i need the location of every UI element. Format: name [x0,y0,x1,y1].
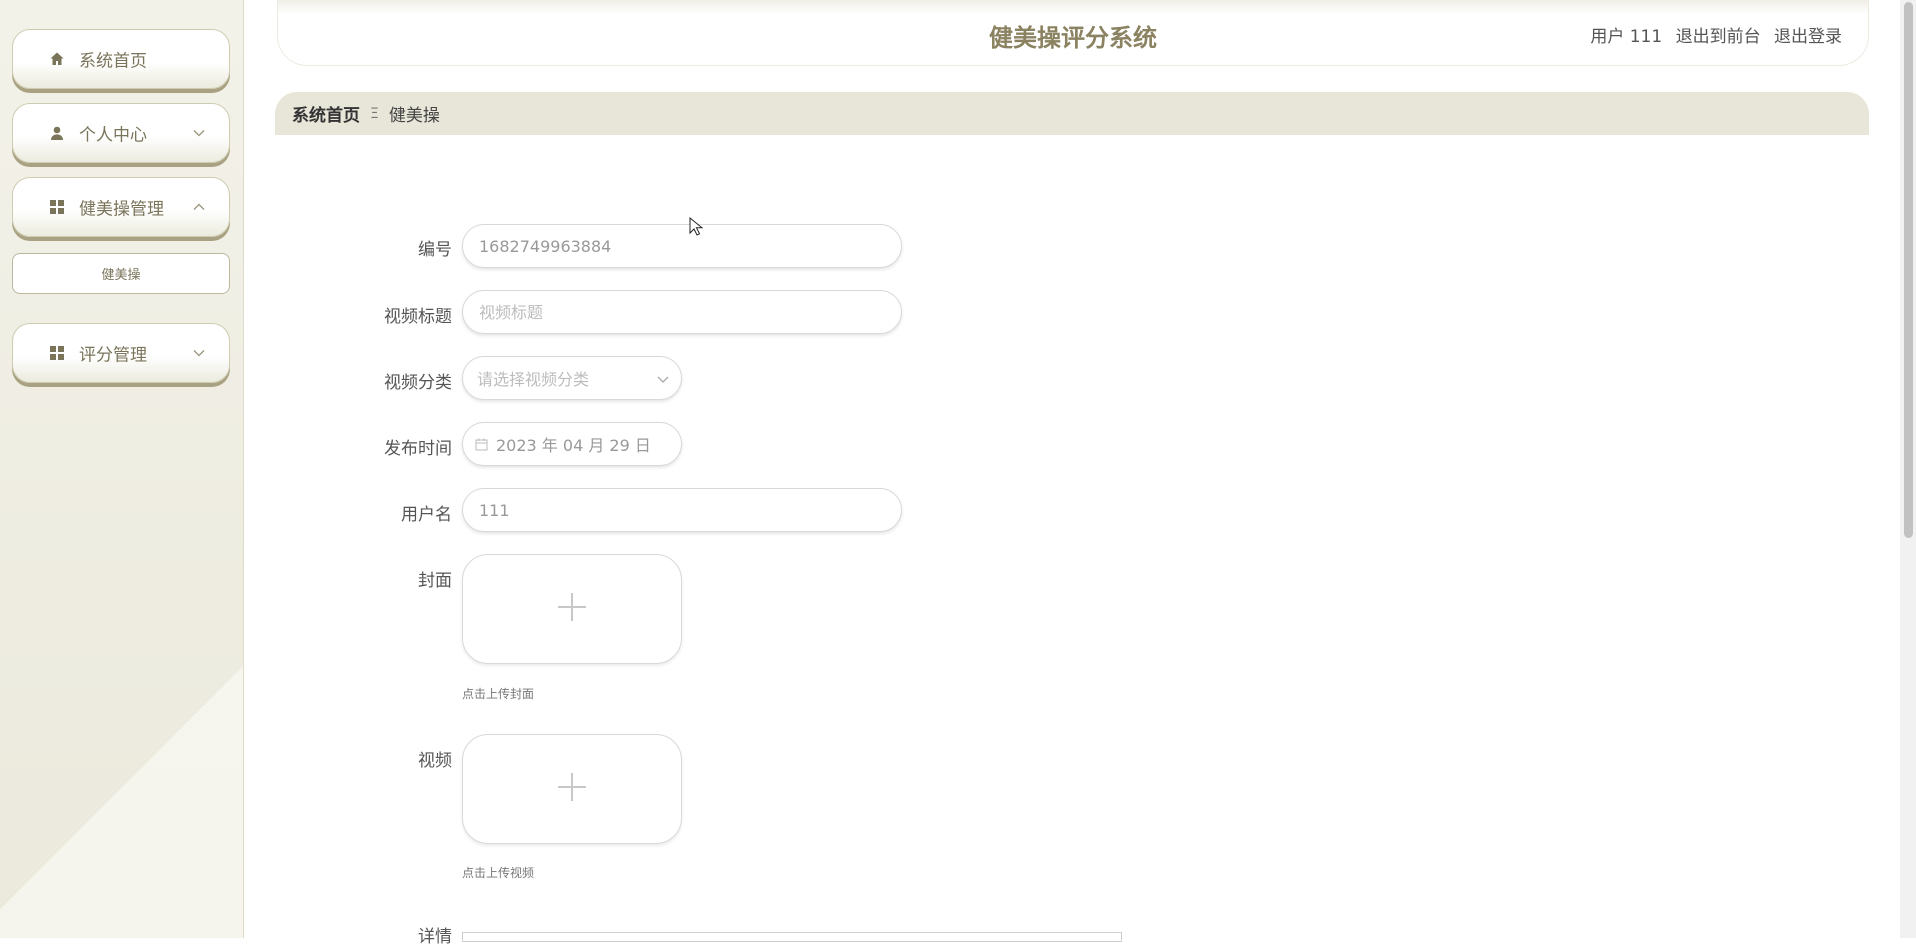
top-header: 健美操评分系统 用户 111 退出到前台 退出登录 [277,0,1869,66]
breadcrumb-separator: Ξ [370,105,379,122]
scrollbar-thumb[interactable] [1904,2,1913,538]
sidebar-item-personal-center[interactable]: 个人中心 [12,103,230,163]
chevron-down-icon [657,369,669,388]
video-title-input[interactable] [477,301,901,323]
user-area: 用户 111 退出到前台 退出登录 [1582,22,1842,47]
sidebar: 系统首页 个人中心 健美操管理 健美操 评分管理 [0,0,244,938]
sidebar-item-label: 健美操管理 [79,199,164,220]
chevron-down-icon [193,126,205,140]
grid-icon [49,199,65,215]
video-category-select[interactable]: 请选择视频分类 [462,356,682,400]
video-category-label: 视频分类 [384,373,452,393]
sidebar-subitem-aerobics[interactable]: 健美操 [12,253,230,294]
breadcrumb-home[interactable]: 系统首页 [292,101,360,126]
video-upload-tip: 点击上传视频 [462,866,535,880]
video-label: 视频 [418,751,452,771]
current-user: 用户 111 [1590,27,1663,47]
calendar-icon [475,438,488,451]
sidebar-item-label: 个人中心 [79,125,147,146]
sidebar-item-label: 系统首页 [79,51,147,72]
plus-icon [556,591,588,627]
sidebar-item-aerobics-management[interactable]: 健美操管理 [12,177,230,237]
sidebar-item-home[interactable]: 系统首页 [12,29,230,89]
sidebar-item-score-management[interactable]: 评分管理 [12,323,230,383]
video-upload[interactable] [462,734,682,844]
logout-link[interactable]: 退出登录 [1774,27,1842,47]
breadcrumb: 系统首页 Ξ 健美操 [275,92,1869,135]
username-input[interactable] [477,499,901,521]
publish-time-value: 2023 年 04 月 29 日 [496,436,651,455]
cover-upload-tip: 点击上传封面 [462,687,535,701]
number-field[interactable] [462,224,902,268]
mouse-cursor-icon [689,216,704,241]
publish-time-picker[interactable]: 2023 年 04 月 29 日 [462,422,682,466]
publish-time-label: 发布时间 [384,439,452,459]
video-title-field[interactable] [462,290,902,334]
username-field[interactable] [462,488,902,532]
grid-icon [49,345,65,361]
number-label: 编号 [418,240,452,260]
chevron-down-icon [193,346,205,360]
home-icon [49,51,65,67]
video-category-placeholder: 请选择视频分类 [477,370,590,389]
breadcrumb-current: 健美操 [388,106,440,126]
user-icon [49,125,65,141]
cover-label: 封面 [418,571,452,591]
detail-editor[interactable] [462,932,1122,942]
username-label: 用户名 [401,505,452,525]
cover-upload[interactable] [462,554,682,664]
sidebar-item-label: 评分管理 [79,345,147,366]
plus-icon [556,771,588,807]
video-title-label: 视频标题 [384,307,452,327]
page-scrollbar[interactable] [1900,0,1916,938]
detail-label: 详情 [418,927,452,947]
chevron-up-icon [193,200,205,214]
back-to-frontend-link[interactable]: 退出到前台 [1676,27,1761,47]
sidebar-decoration [0,658,243,938]
